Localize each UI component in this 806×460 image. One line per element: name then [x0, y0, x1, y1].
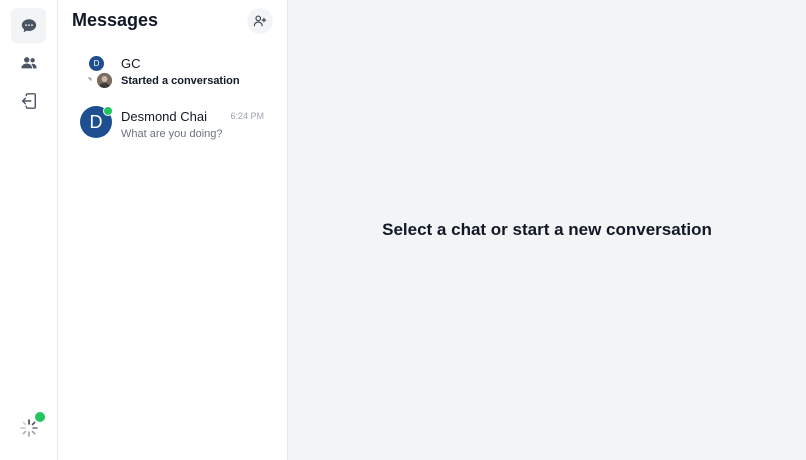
conversation-time: 6:24 PM: [230, 111, 264, 121]
conversation-name: GC: [121, 56, 141, 71]
group-avatar-initial: D: [89, 56, 104, 71]
profile-status[interactable]: [18, 412, 45, 439]
logout-icon: [21, 92, 36, 109]
online-indicator: [103, 106, 113, 116]
add-contact-button[interactable]: [247, 8, 273, 34]
conversation-name: Desmond Chai: [121, 109, 207, 124]
group-avatar-photo: [97, 73, 112, 88]
users-icon: [20, 56, 37, 68]
empty-state-message: Select a chat or start a new conversatio…: [382, 220, 712, 239]
conversation-preview: What are you doing?: [121, 128, 223, 140]
nav-logout-button[interactable]: [11, 83, 46, 118]
add-user-icon: [253, 15, 267, 27]
conversation-preview: Started a conversation: [121, 75, 240, 87]
small-spinner-icon: [88, 77, 92, 81]
nav-rail: [0, 0, 58, 460]
nav-chats-button[interactable]: [11, 8, 46, 43]
conversation-sidebar: Messages D GC Started a conversation D D…: [58, 0, 288, 460]
page-title: Messages: [72, 10, 159, 30]
chat-bubble-icon: [21, 18, 36, 32]
online-status-dot: [35, 412, 45, 422]
chat-panel: Select a chat or start a new conversatio…: [288, 0, 806, 460]
conversation-item-desmond-chai[interactable]: D Desmond Chai 6:24 PM What are you doin…: [58, 100, 288, 145]
conversation-item-gc[interactable]: D GC Started a conversation: [58, 50, 288, 95]
nav-contacts-button[interactable]: [11, 45, 46, 80]
